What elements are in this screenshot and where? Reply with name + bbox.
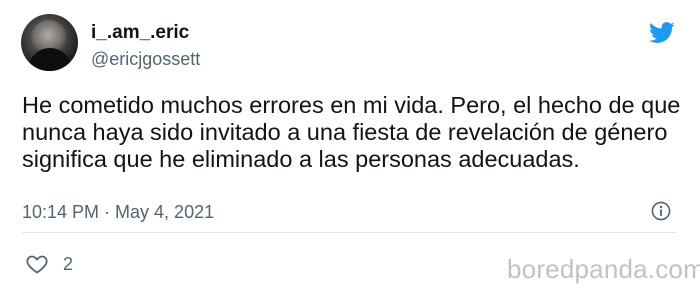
user-handle[interactable]: @ericjgossett bbox=[91, 48, 200, 70]
tweet-timestamp[interactable]: 10:14 PM · May 4, 2021 bbox=[22, 201, 214, 223]
like-count: 2 bbox=[63, 254, 74, 274]
heart-icon[interactable] bbox=[24, 252, 50, 276]
tweet-text: He cometido muchos errores en mi vida. P… bbox=[22, 92, 681, 172]
display-name[interactable]: i_.am_.eric bbox=[91, 22, 189, 44]
divider bbox=[22, 232, 677, 233]
twitter-bird-icon[interactable] bbox=[645, 19, 678, 46]
watermark: boredpanda.com bbox=[507, 254, 700, 284]
avatar[interactable] bbox=[21, 14, 78, 71]
info-icon[interactable] bbox=[651, 201, 671, 221]
